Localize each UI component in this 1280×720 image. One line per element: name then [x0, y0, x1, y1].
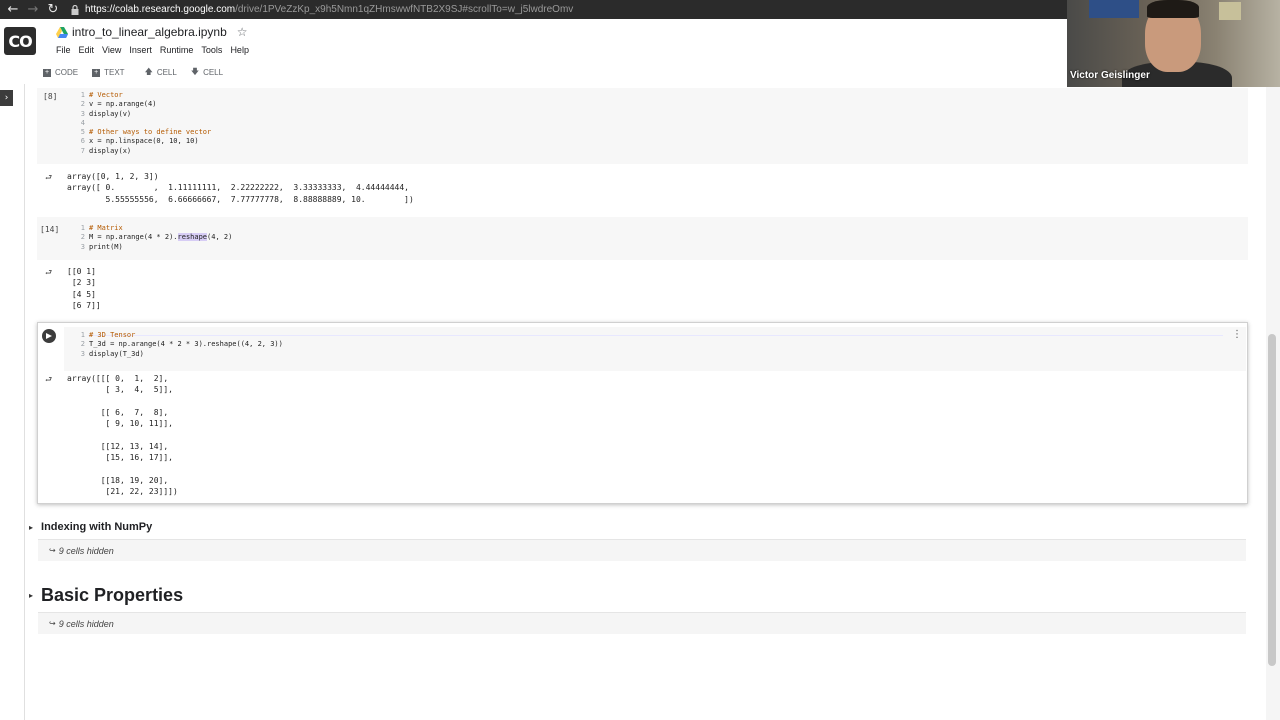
- menu-bar: File Edit View Insert Runtime Tools Help: [56, 45, 257, 55]
- add-code-button[interactable]: + CODE: [43, 68, 78, 77]
- code-line: display(x): [89, 146, 132, 155]
- move-cell-down-button[interactable]: 🡇 CELL: [191, 66, 223, 80]
- hidden-cells-bar[interactable]: ↪ 9 cells hidden: [38, 612, 1246, 634]
- presenter-hair: [1147, 0, 1199, 18]
- more-options-icon[interactable]: ⋮: [1232, 330, 1242, 340]
- cell-output: array([0, 1, 2, 3]) array([ 0. , 1.11111…: [67, 172, 414, 204]
- code-line: # 3D Tensor: [89, 331, 136, 339]
- return-arrow-icon: ↪: [49, 619, 56, 628]
- code-cell[interactable]: [37, 88, 1248, 164]
- hidden-cells-bar[interactable]: ↪ 9 cells hidden: [38, 539, 1246, 561]
- hidden-cells-label: 9 cells hidden: [58, 618, 114, 629]
- notebook-title[interactable]: intro_to_linear_algebra.ipynb: [72, 25, 227, 39]
- star-icon[interactable]: ☆: [237, 25, 248, 39]
- scrollbar-thumb[interactable]: [1268, 334, 1276, 666]
- add-text-button[interactable]: + TEXT: [92, 68, 125, 77]
- code-line: display(v): [89, 109, 132, 118]
- arrow-left-icon[interactable]: ←: [3, 0, 23, 19]
- output-clear-icon[interactable]: ⮐: [45, 172, 54, 182]
- line-number: 4: [80, 118, 85, 127]
- colab-logo[interactable]: CO: [4, 27, 36, 55]
- arrow-right-icon[interactable]: →: [23, 0, 43, 19]
- code-editor[interactable]: 1 # Matrix 2 M = np.arange(4 * 2).reshape(…: [75, 224, 233, 252]
- section-title: Indexing with NumPy: [41, 521, 153, 533]
- play-icon: [46, 333, 52, 339]
- line-number: 2: [80, 340, 85, 349]
- code-line: # Vector: [89, 91, 123, 99]
- code-line: display(T_3d): [89, 349, 144, 358]
- line-number: 6: [80, 137, 85, 146]
- menu-runtime[interactable]: Runtime: [160, 45, 194, 55]
- line-number: 3: [80, 349, 85, 358]
- code-line: v = np.arange(4): [89, 100, 157, 109]
- caret-right-icon[interactable]: ▸: [29, 591, 33, 600]
- line-number: 1: [80, 331, 85, 339]
- move-cell-down-label: CELL: [203, 68, 224, 77]
- sidebar-toggle-chevron-icon[interactable]: ›: [0, 90, 13, 106]
- selected-text: reshape: [177, 233, 208, 242]
- code-line: (4, 2): [207, 233, 233, 242]
- section-heading[interactable]: ▸ Indexing with NumPy: [29, 521, 152, 533]
- code-line: # Matrix: [89, 224, 123, 232]
- run-cell-button[interactable]: [42, 329, 56, 343]
- menu-help[interactable]: Help: [230, 45, 249, 55]
- arrow-down-icon: 🡇: [190, 66, 200, 76]
- return-arrow-icon: ↪: [49, 546, 56, 555]
- menu-tools[interactable]: Tools: [201, 45, 222, 55]
- url-path: /drive/1PVeZzKp_x9h5Nmn1qZHmswwfNTB2X9SJ…: [235, 4, 574, 15]
- url-field[interactable]: https://colab.research.google.com/drive/…: [85, 4, 573, 15]
- output-clear-icon[interactable]: ⮐: [45, 267, 54, 277]
- execution-count: [14]: [40, 225, 60, 234]
- add-text-label: TEXT: [104, 68, 125, 77]
- arrow-up-icon: 🡅: [144, 66, 153, 76]
- cell-output: array([[[ 0, 1, 2], [ 3, 4, 5]], [[ 6, 7…: [67, 374, 178, 496]
- lock-icon: [69, 0, 81, 19]
- menu-view[interactable]: View: [102, 45, 121, 55]
- reload-icon[interactable]: ↻: [43, 0, 63, 19]
- line-number: 2: [80, 100, 85, 109]
- execution-count: [8]: [43, 92, 58, 101]
- menu-file[interactable]: File: [56, 45, 71, 55]
- line-number: 2: [80, 233, 85, 242]
- add-code-label: CODE: [55, 68, 79, 77]
- code-line: T_3d = np.arange(4 * 2 * 3).reshape((4, …: [89, 340, 283, 349]
- code-editor[interactable]: 1 # Vector 2v = np.arange(4) 3 display(v) …: [75, 91, 211, 156]
- menu-insert[interactable]: Insert: [129, 45, 152, 55]
- code-line: # Other ways to define vector: [89, 128, 212, 137]
- doc-title-row: intro_to_linear_algebra.ipynb ☆: [56, 25, 248, 39]
- plus-icon: +: [43, 68, 51, 77]
- code-editor[interactable]: 1 # 3D Tensor 2 T_3d = np.arange(4 * 2 * 3…: [75, 331, 283, 359]
- wall-picture: [1089, 0, 1139, 18]
- output-clear-icon[interactable]: ⮐: [45, 374, 54, 384]
- plus-icon: +: [92, 68, 101, 77]
- caret-right-icon[interactable]: ▸: [29, 523, 33, 532]
- line-number: 5: [80, 128, 85, 137]
- move-cell-up-label: CELL: [156, 68, 177, 77]
- webcam-overlay: Victor Geislinger: [1067, 0, 1280, 87]
- url-host: https://colab.research.google.com: [85, 4, 236, 15]
- section-title: Basic Properties: [41, 585, 184, 605]
- line-number: 1: [80, 91, 85, 99]
- line-number: 3: [80, 242, 85, 251]
- section-heading[interactable]: ▸ Basic Properties: [29, 585, 183, 606]
- code-line: x = np.linspace(0, 10, 10): [89, 137, 199, 146]
- code-line: M = np.arange(4 * 2).: [89, 233, 178, 242]
- cell-output: [[0 1] [2 3] [4 5] [6 7]]: [67, 267, 101, 310]
- google-drive-icon: [56, 26, 68, 38]
- left-divider: [24, 84, 25, 720]
- hidden-cells-label: 9 cells hidden: [58, 545, 114, 556]
- move-cell-up-button[interactable]: 🡅 CELL: [145, 66, 177, 80]
- line-number: 3: [80, 109, 85, 118]
- code-line: print(M): [89, 242, 123, 251]
- menu-edit[interactable]: Edit: [79, 45, 95, 55]
- line-number: 1: [80, 224, 85, 232]
- line-number: 7: [80, 146, 85, 155]
- presenter-name: Victor Geislinger: [1070, 70, 1150, 81]
- wall-picture: [1219, 2, 1241, 20]
